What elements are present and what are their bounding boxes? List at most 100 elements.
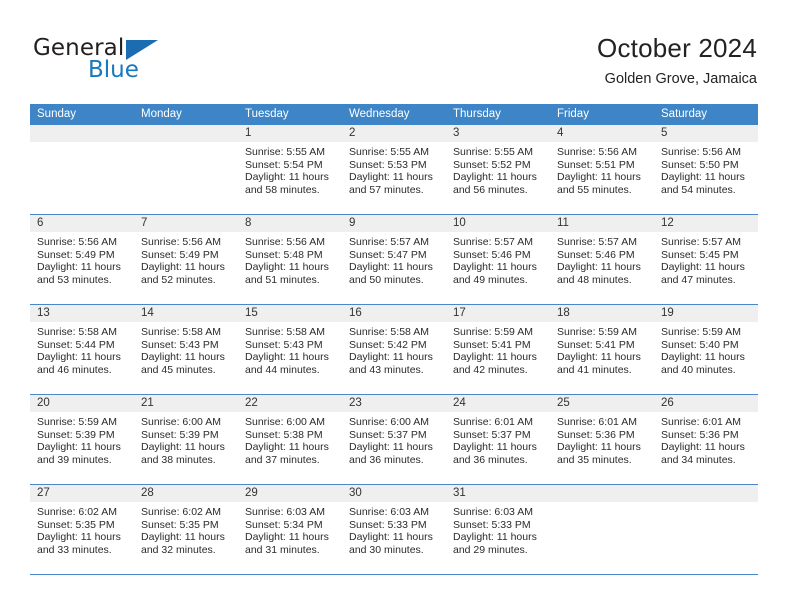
day-daylight-text: Daylight: 11 hours xyxy=(661,351,745,364)
day-sunrise-text: Sunrise: 5:57 AM xyxy=(349,236,429,248)
calendar-day-cell[interactable]: 23 Sunrise: 6:00 AM Sunset: 5:37 PM Dayligh… xyxy=(342,395,446,484)
calendar-day-cell[interactable]: 19 Sunrise: 5:59 AM Sunset: 5:40 PM Dayligh… xyxy=(654,305,758,394)
day-detail-lines: Sunrise: 5:56 AM Sunset: 5:49 PM Daylight:… xyxy=(30,232,134,287)
calendar-day-cell[interactable]: 7 Sunrise: 5:56 AM Sunset: 5:49 PM Daylight… xyxy=(134,215,238,304)
day-daylight-text: and 37 minutes. xyxy=(245,454,320,467)
day-daylight-text: and 31 minutes. xyxy=(245,544,320,557)
brand-logo[interactable]: General Blue xyxy=(33,35,223,87)
calendar-day-cell[interactable]: 5 Sunrise: 5:56 AM Sunset: 5:50 PM Daylight… xyxy=(654,125,758,214)
calendar-day-cell[interactable]: 21 Sunrise: 6:00 AM Sunset: 5:39 PM Dayligh… xyxy=(134,395,238,484)
calendar-day-cell[interactable]: 11 Sunrise: 5:57 AM Sunset: 5:46 PM Dayligh… xyxy=(550,215,654,304)
day-daylight-text: Daylight: 11 hours xyxy=(245,261,329,274)
calendar-day-cell[interactable]: 2 Sunrise: 5:55 AM Sunset: 5:53 PM Daylight… xyxy=(342,125,446,214)
day-daylight-text: and 42 minutes. xyxy=(453,364,528,377)
day-detail-lines xyxy=(654,502,758,506)
day-detail-lines: Sunrise: 6:01 AM Sunset: 5:36 PM Daylight:… xyxy=(654,412,758,467)
day-sunrise-text: Sunrise: 6:03 AM xyxy=(349,506,429,518)
calendar-day-cell[interactable]: 16 Sunrise: 5:58 AM Sunset: 5:42 PM Dayligh… xyxy=(342,305,446,394)
calendar-day-cell[interactable]: 26 Sunrise: 6:01 AM Sunset: 5:36 PM Dayligh… xyxy=(654,395,758,484)
day-daylight-text: and 54 minutes. xyxy=(661,184,736,197)
day-number xyxy=(134,125,238,142)
day-sunrise-text: Sunrise: 5:58 AM xyxy=(349,326,429,338)
calendar-day-cell[interactable]: 22 Sunrise: 6:00 AM Sunset: 5:38 PM Dayligh… xyxy=(238,395,342,484)
day-detail-lines: Sunrise: 5:59 AM Sunset: 5:41 PM Daylight:… xyxy=(446,322,550,377)
day-daylight-text: Daylight: 11 hours xyxy=(141,531,225,544)
day-number: 8 xyxy=(238,215,342,232)
day-number: 19 xyxy=(654,305,758,322)
day-daylight-text: Daylight: 11 hours xyxy=(453,261,537,274)
calendar-day-cell[interactable]: 3 Sunrise: 5:55 AM Sunset: 5:52 PM Daylight… xyxy=(446,125,550,214)
day-number: 6 xyxy=(30,215,134,232)
calendar-week-row: 20 Sunrise: 5:59 AM Sunset: 5:39 PM Dayligh… xyxy=(30,394,758,484)
day-detail-lines: Sunrise: 6:02 AM Sunset: 5:35 PM Daylight:… xyxy=(30,502,134,557)
day-number xyxy=(550,485,654,502)
day-sunset-text: Sunset: 5:47 PM xyxy=(349,248,427,261)
weekday-header-row: Sunday Monday Tuesday Wednesday Thursday Frid… xyxy=(30,104,758,125)
calendar-day-cell[interactable]: 14 Sunrise: 5:58 AM Sunset: 5:43 PM Dayligh… xyxy=(134,305,238,394)
calendar-day-cell[interactable]: 31 Sunrise: 6:03 AM Sunset: 5:33 PM Dayligh… xyxy=(446,485,550,574)
day-sunrise-text: Sunrise: 5:57 AM xyxy=(661,236,741,248)
calendar-week-row: 6 Sunrise: 5:56 AM Sunset: 5:49 PM Daylight… xyxy=(30,214,758,304)
calendar-day-cell[interactable]: 30 Sunrise: 6:03 AM Sunset: 5:33 PM Dayligh… xyxy=(342,485,446,574)
day-number: 23 xyxy=(342,395,446,412)
day-number xyxy=(30,125,134,142)
day-sunrise-text: Sunrise: 6:00 AM xyxy=(245,416,325,428)
calendar-day-cell-empty xyxy=(654,485,758,574)
calendar-day-cell[interactable]: 25 Sunrise: 6:01 AM Sunset: 5:36 PM Dayligh… xyxy=(550,395,654,484)
calendar-day-cell-empty xyxy=(134,125,238,214)
calendar-day-cell[interactable]: 4 Sunrise: 5:56 AM Sunset: 5:51 PM Daylight… xyxy=(550,125,654,214)
calendar-day-cell[interactable]: 24 Sunrise: 6:01 AM Sunset: 5:37 PM Dayligh… xyxy=(446,395,550,484)
day-sunrise-text: Sunrise: 5:56 AM xyxy=(37,236,117,248)
weekday-header-tuesday: Tuesday xyxy=(245,108,289,120)
day-number: 9 xyxy=(342,215,446,232)
day-sunrise-text: Sunrise: 5:57 AM xyxy=(557,236,637,248)
day-sunrise-text: Sunrise: 6:00 AM xyxy=(141,416,221,428)
day-number: 30 xyxy=(342,485,446,502)
calendar-day-cell[interactable]: 28 Sunrise: 6:02 AM Sunset: 5:35 PM Dayligh… xyxy=(134,485,238,574)
day-daylight-text: Daylight: 11 hours xyxy=(245,351,329,364)
day-daylight-text: Daylight: 11 hours xyxy=(245,441,329,454)
calendar-day-cell[interactable]: 13 Sunrise: 5:58 AM Sunset: 5:44 PM Dayligh… xyxy=(30,305,134,394)
day-number: 22 xyxy=(238,395,342,412)
calendar-day-cell[interactable]: 8 Sunrise: 5:56 AM Sunset: 5:48 PM Daylight… xyxy=(238,215,342,304)
day-sunset-text: Sunset: 5:49 PM xyxy=(141,248,219,261)
calendar-day-cell[interactable]: 15 Sunrise: 5:58 AM Sunset: 5:43 PM Dayligh… xyxy=(238,305,342,394)
day-daylight-text: Daylight: 11 hours xyxy=(453,441,537,454)
calendar-day-cell[interactable]: 29 Sunrise: 6:03 AM Sunset: 5:34 PM Dayligh… xyxy=(238,485,342,574)
calendar-day-cell[interactable]: 6 Sunrise: 5:56 AM Sunset: 5:49 PM Daylight… xyxy=(30,215,134,304)
day-sunrise-text: Sunrise: 5:58 AM xyxy=(37,326,117,338)
day-daylight-text: and 47 minutes. xyxy=(661,274,736,287)
day-sunset-text: Sunset: 5:37 PM xyxy=(349,428,427,441)
day-sunset-text: Sunset: 5:37 PM xyxy=(453,428,531,441)
day-detail-lines: Sunrise: 6:02 AM Sunset: 5:35 PM Daylight:… xyxy=(134,502,238,557)
calendar-day-cell[interactable]: 1 Sunrise: 5:55 AM Sunset: 5:54 PM Daylight… xyxy=(238,125,342,214)
day-daylight-text: and 35 minutes. xyxy=(557,454,632,467)
calendar-day-cell[interactable]: 20 Sunrise: 5:59 AM Sunset: 5:39 PM Dayligh… xyxy=(30,395,134,484)
day-daylight-text: and 56 minutes. xyxy=(453,184,528,197)
day-detail-lines: Sunrise: 5:58 AM Sunset: 5:43 PM Daylight:… xyxy=(238,322,342,377)
day-sunrise-text: Sunrise: 5:59 AM xyxy=(453,326,533,338)
day-sunrise-text: Sunrise: 6:02 AM xyxy=(141,506,221,518)
day-detail-lines: Sunrise: 5:59 AM Sunset: 5:41 PM Daylight:… xyxy=(550,322,654,377)
title-block: October 2024 Golden Grove, Jamaica xyxy=(597,32,757,88)
weekday-header-friday: Friday xyxy=(557,108,589,120)
day-daylight-text: Daylight: 11 hours xyxy=(141,261,225,274)
calendar-day-cell[interactable]: 18 Sunrise: 5:59 AM Sunset: 5:41 PM Dayligh… xyxy=(550,305,654,394)
day-daylight-text: and 55 minutes. xyxy=(557,184,632,197)
weekday-header-sunday: Sunday xyxy=(37,108,77,120)
day-daylight-text: and 48 minutes. xyxy=(557,274,632,287)
day-detail-lines: Sunrise: 5:56 AM Sunset: 5:49 PM Daylight:… xyxy=(134,232,238,287)
calendar-day-cell[interactable]: 17 Sunrise: 5:59 AM Sunset: 5:41 PM Dayligh… xyxy=(446,305,550,394)
calendar-day-cell[interactable]: 9 Sunrise: 5:57 AM Sunset: 5:47 PM Daylight… xyxy=(342,215,446,304)
day-number: 20 xyxy=(30,395,134,412)
day-sunrise-text: Sunrise: 6:01 AM xyxy=(557,416,637,428)
calendar-day-cell[interactable]: 10 Sunrise: 5:57 AM Sunset: 5:46 PM Dayligh… xyxy=(446,215,550,304)
calendar-day-cell[interactable]: 27 Sunrise: 6:02 AM Sunset: 5:35 PM Dayligh… xyxy=(30,485,134,574)
day-daylight-text: Daylight: 11 hours xyxy=(349,531,433,544)
calendar-day-cell[interactable]: 12 Sunrise: 5:57 AM Sunset: 5:45 PM Dayligh… xyxy=(654,215,758,304)
day-sunset-text: Sunset: 5:33 PM xyxy=(453,518,531,531)
day-daylight-text: Daylight: 11 hours xyxy=(557,261,641,274)
day-daylight-text: Daylight: 11 hours xyxy=(141,351,225,364)
day-sunrise-text: Sunrise: 5:57 AM xyxy=(453,236,533,248)
day-sunrise-text: Sunrise: 5:58 AM xyxy=(245,326,325,338)
